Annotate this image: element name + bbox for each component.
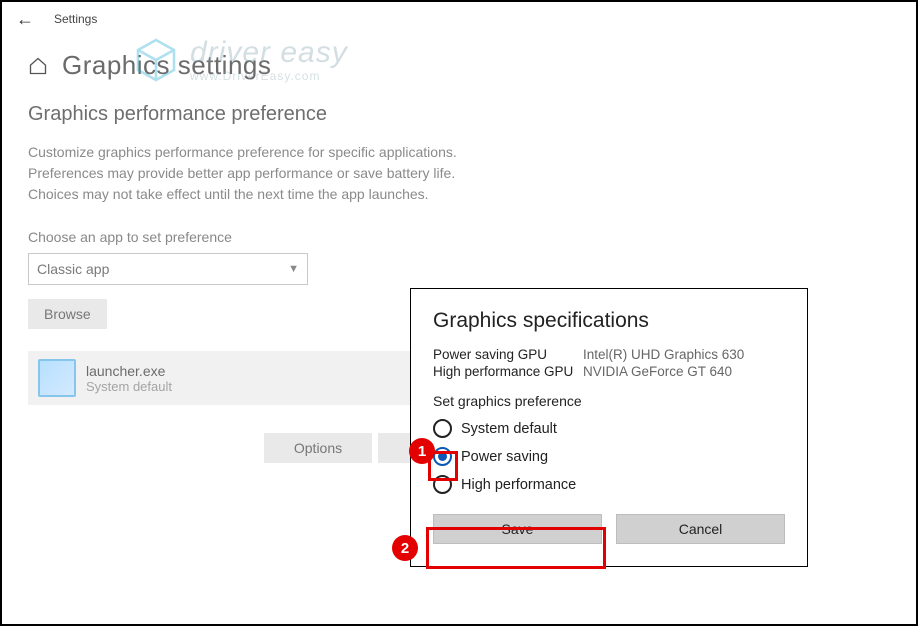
step-bubble-1: 1	[409, 438, 435, 464]
gpu-label: High performance GPU	[433, 364, 583, 379]
radio-label: System default	[461, 421, 557, 437]
gpu-row: Power saving GPU Intel(R) UHD Graphics 6…	[433, 347, 785, 362]
desc-line: Preferences may provide better app perfo…	[28, 163, 562, 184]
app-tile[interactable]: launcher.exe System default	[28, 351, 462, 405]
app-name: launcher.exe	[86, 363, 172, 379]
graphics-spec-dialog: Graphics specifications Power saving GPU…	[410, 288, 808, 567]
radio-power-saving[interactable]: Power saving	[433, 447, 785, 466]
step-bubble-2: 2	[392, 535, 418, 561]
options-button[interactable]: Options	[264, 433, 372, 463]
page-title: Graphics settings	[62, 50, 271, 81]
description: Customize graphics performance preferenc…	[28, 142, 562, 205]
cancel-button[interactable]: Cancel	[616, 514, 785, 544]
chooser-label: Choose an app to set preference	[28, 229, 562, 245]
gpu-label: Power saving GPU	[433, 347, 583, 362]
radio-system-default[interactable]: System default	[433, 419, 785, 438]
chevron-down-icon: ▼	[288, 263, 299, 275]
radio-label: High performance	[461, 477, 576, 493]
top-bar: ← Settings	[2, 2, 916, 36]
gpu-row: High performance GPU NVIDIA GeForce GT 6…	[433, 364, 785, 379]
radio-group: System default Power saving High perform…	[433, 419, 785, 494]
highlight-step2	[426, 527, 606, 569]
radio-label: Power saving	[461, 449, 548, 465]
radio-icon	[433, 419, 452, 438]
subheading: Graphics performance preference	[28, 103, 562, 126]
app-icon	[38, 359, 76, 397]
back-arrow-icon[interactable]: ←	[16, 10, 34, 28]
browse-button[interactable]: Browse	[28, 299, 107, 329]
title-row: Graphics settings	[2, 36, 916, 103]
app-type-select[interactable]: Classic app ▼	[28, 253, 308, 285]
gpu-value: Intel(R) UHD Graphics 630	[583, 347, 744, 362]
dialog-title: Graphics specifications	[433, 309, 785, 333]
desc-line: Choices may not take effect until the ne…	[28, 184, 562, 205]
gpu-value: NVIDIA GeForce GT 640	[583, 364, 732, 379]
pref-label: Set graphics preference	[433, 393, 785, 409]
desc-line: Customize graphics performance preferenc…	[28, 142, 562, 163]
app-subtitle: System default	[86, 379, 172, 394]
select-value: Classic app	[37, 261, 109, 277]
top-bar-label: Settings	[54, 12, 97, 26]
radio-high-performance[interactable]: High performance	[433, 475, 785, 494]
home-icon[interactable]	[28, 56, 48, 76]
